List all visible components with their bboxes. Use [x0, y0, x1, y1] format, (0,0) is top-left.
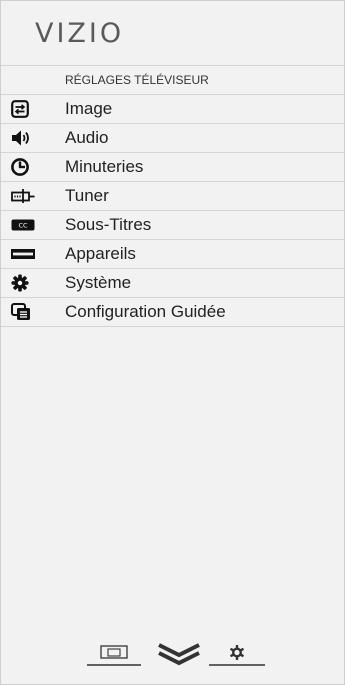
menu-item-timers[interactable]: Minuteries	[1, 153, 344, 182]
closed-captions-icon: CC	[1, 211, 65, 239]
menu-item-label: Tuner	[65, 186, 109, 205]
menu-item-label: Système	[65, 273, 132, 292]
chevron-down-icon[interactable]	[155, 641, 203, 667]
menu-item-tuner[interactable]: Tuner	[1, 182, 344, 211]
menu-item-guided-setup[interactable]: Configuration Guidée	[1, 298, 344, 327]
settings-panel: VIZIO RÉGLAGES TÉLÉVISEUR Image Audio Mi…	[0, 0, 345, 685]
devices-icon	[1, 240, 65, 268]
menu-item-label: Audio	[65, 128, 109, 147]
settings-menu: Image Audio Minuteries Tuner CC Sous-Tit…	[1, 95, 344, 327]
menu-item-closed-captions[interactable]: CC Sous-Titres	[1, 211, 344, 240]
menu-item-label: Sous-Titres	[65, 215, 152, 234]
tuner-icon	[1, 182, 65, 210]
bottom-bar	[1, 641, 344, 671]
picture-icon	[1, 95, 65, 123]
svg-text:CC: CC	[18, 221, 28, 229]
menu-item-label: Minuteries	[65, 157, 144, 176]
menu-item-audio[interactable]: Audio	[1, 124, 344, 153]
input-icon[interactable]	[87, 643, 141, 667]
gear-icon	[1, 269, 65, 297]
vizio-logo: VIZIO	[35, 17, 125, 49]
menu-item-label: Image	[65, 99, 113, 118]
menu-item-image[interactable]: Image	[1, 95, 344, 124]
menu-item-system[interactable]: Système	[1, 269, 344, 298]
guided-setup-icon	[1, 298, 65, 326]
timer-icon	[1, 153, 65, 181]
speaker-icon	[1, 124, 65, 152]
brand-header: VIZIO	[1, 1, 344, 66]
menu-item-label: Configuration Guidée	[65, 302, 226, 321]
settings-icon[interactable]	[209, 643, 265, 667]
menu-item-label: Appareils	[65, 244, 136, 263]
menu-item-devices[interactable]: Appareils	[1, 240, 344, 269]
menu-header: RÉGLAGES TÉLÉVISEUR	[1, 66, 344, 95]
